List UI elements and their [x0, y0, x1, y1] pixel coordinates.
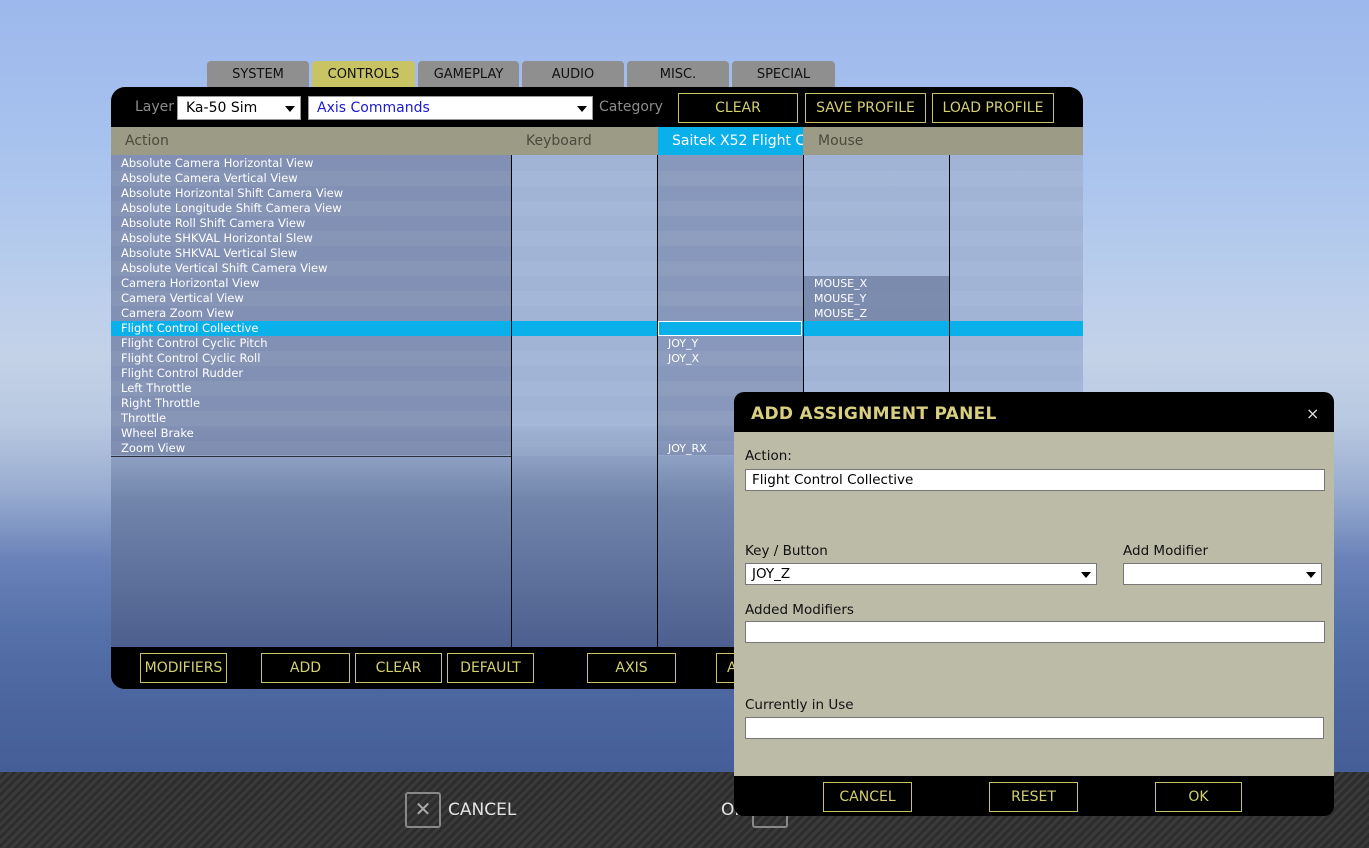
column-header-keyboard[interactable]: Keyboard	[512, 127, 657, 155]
row-action-label: Flight Control Cyclic Roll	[121, 351, 261, 365]
row-action-label: Flight Control Cyclic Pitch	[121, 336, 268, 350]
rows-end-divider	[111, 456, 511, 457]
key-button-value: JOY_Z	[752, 566, 791, 582]
category-select-value: Axis Commands	[317, 100, 430, 116]
cancel-x-icon[interactable]: ✕	[405, 792, 441, 828]
dialog-ok-button[interactable]: OK	[1155, 782, 1242, 812]
mouse-binding[interactable]: MOUSE_Z	[814, 306, 867, 321]
added-modifiers-field[interactable]	[745, 621, 1325, 643]
dialog-cancel-button[interactable]: CANCEL	[823, 782, 912, 812]
column-divider	[511, 155, 512, 647]
tab-audio[interactable]: AUDIO	[522, 61, 624, 88]
screen-cancel-button[interactable]: CANCEL	[448, 800, 516, 820]
key-button-select[interactable]: JOY_Z	[745, 563, 1097, 585]
row-action-label: Absolute Camera Vertical View	[121, 171, 298, 185]
row-action-label: Flight Control Collective	[121, 321, 259, 335]
row-action-label: Left Throttle	[121, 381, 192, 395]
currently-in-use-label: Currently in Use	[745, 697, 854, 713]
add-assignment-dialog: ADD ASSIGNMENT PANEL × Action: Flight Co…	[734, 392, 1334, 816]
table-row[interactable]: Flight Control Cyclic Roll JOY_X	[111, 351, 1083, 366]
row-action-label: Zoom View	[121, 441, 186, 455]
table-row[interactable]: Absolute Longitude Shift Camera View	[111, 201, 1083, 216]
row-action-label: Wheel Brake	[121, 426, 194, 440]
chevron-down-icon	[1081, 572, 1091, 578]
row-action-label: Throttle	[121, 411, 167, 425]
chevron-down-icon	[577, 106, 587, 112]
table-row[interactable]: Absolute Camera Vertical View	[111, 171, 1083, 186]
load-profile-button[interactable]: LOAD PROFILE	[932, 93, 1054, 123]
column-header-extra[interactable]	[950, 127, 1083, 155]
default-button[interactable]: DEFAULT	[447, 653, 534, 683]
row-action-label: Camera Zoom View	[121, 306, 234, 320]
action-label: Action:	[745, 448, 792, 464]
column-divider	[657, 155, 658, 647]
key-button-label: Key / Button	[745, 543, 828, 559]
layer-label: Layer	[135, 99, 175, 115]
clear-category-button[interactable]: CLEAR CATEGORY	[678, 93, 798, 144]
table-row[interactable]: Absolute Camera Horizontal View	[111, 156, 1083, 171]
row-action-label: Right Throttle	[121, 396, 201, 410]
joystick-binding[interactable]: JOY_X	[668, 351, 699, 366]
column-header-row: Action Keyboard Saitek X52 Flight Co Mou…	[111, 127, 1083, 155]
tab-misc[interactable]: MISC.	[627, 61, 729, 88]
row-action-label: Absolute SHKVAL Horizontal Slew	[121, 231, 313, 245]
modifiers-button[interactable]: MODIFIERS	[140, 653, 227, 683]
add-modifier-label: Add Modifier	[1123, 543, 1209, 559]
close-icon[interactable]: ×	[1306, 404, 1319, 423]
table-row[interactable]: Camera Vertical View MOUSE_Y	[111, 291, 1083, 306]
table-row[interactable]: Flight Control Cyclic Pitch JOY_Y	[111, 336, 1083, 351]
chevron-down-icon	[1306, 572, 1316, 578]
table-row[interactable]: Camera Horizontal View MOUSE_X	[111, 276, 1083, 291]
tab-system[interactable]: SYSTEM	[207, 61, 309, 88]
table-row[interactable]: Flight Control Rudder	[111, 366, 1083, 381]
category-label: Category	[599, 99, 663, 115]
row-action-label: Absolute Horizontal Shift Camera View	[121, 186, 344, 200]
row-action-label: Absolute Roll Shift Camera View	[121, 216, 306, 230]
tab-special[interactable]: SPECIAL	[732, 61, 835, 88]
row-action-label: Flight Control Rudder	[121, 366, 244, 380]
row-action-label: Absolute Longitude Shift Camera View	[121, 201, 342, 215]
category-select[interactable]: Axis Commands	[308, 96, 593, 120]
layer-select-value: Ka-50 Sim	[186, 100, 258, 116]
row-action-label: Absolute Vertical Shift Camera View	[121, 261, 328, 275]
column-header-joystick[interactable]: Saitek X52 Flight Co	[658, 127, 803, 155]
joystick-binding[interactable]: JOY_Y	[668, 336, 698, 351]
column-header-mouse[interactable]: Mouse	[804, 127, 949, 155]
added-modifiers-label: Added Modifiers	[745, 602, 854, 618]
table-row[interactable]: Absolute SHKVAL Vertical Slew	[111, 246, 1083, 261]
chevron-down-icon	[285, 106, 295, 112]
selected-cell[interactable]	[658, 321, 802, 336]
axis-assign-button[interactable]: AXIS ASSIGN	[587, 653, 676, 689]
currently-in-use-field	[745, 717, 1324, 739]
save-profile-as-button[interactable]: SAVE PROFILE AS	[805, 93, 926, 144]
table-row[interactable]: Absolute Vertical Shift Camera View	[111, 261, 1083, 276]
tab-gameplay[interactable]: GAMEPLAY	[418, 61, 519, 88]
row-action-label: Camera Vertical View	[121, 291, 244, 305]
row-action-label: Camera Horizontal View	[121, 276, 260, 290]
dialog-reset-button[interactable]: RESET	[989, 782, 1078, 812]
row-action-label: Absolute SHKVAL Vertical Slew	[121, 246, 298, 260]
add-modifier-select[interactable]	[1123, 563, 1322, 585]
clear-button[interactable]: CLEAR	[355, 653, 442, 683]
column-header-action[interactable]: Action	[111, 127, 511, 155]
action-field[interactable]: Flight Control Collective	[745, 469, 1325, 491]
table-row[interactable]: Absolute Roll Shift Camera View	[111, 216, 1083, 231]
table-row[interactable]: Camera Zoom View MOUSE_Z	[111, 306, 1083, 321]
row-action-label: Absolute Camera Horizontal View	[121, 156, 314, 170]
dialog-body: Action: Flight Control Collective Key / …	[734, 432, 1334, 776]
table-row[interactable]: Absolute SHKVAL Horizontal Slew	[111, 231, 1083, 246]
table-row[interactable]: Absolute Horizontal Shift Camera View	[111, 186, 1083, 201]
joystick-binding[interactable]: JOY_RX	[668, 441, 707, 456]
mouse-binding[interactable]: MOUSE_X	[814, 276, 867, 291]
mouse-binding[interactable]: MOUSE_Y	[814, 291, 866, 306]
tab-controls[interactable]: CONTROLS	[312, 61, 415, 88]
table-row[interactable]: Flight Control Collective	[111, 321, 1083, 336]
layer-select[interactable]: Ka-50 Sim	[177, 96, 301, 120]
add-button[interactable]: ADD	[261, 653, 350, 683]
dialog-title: ADD ASSIGNMENT PANEL	[751, 404, 997, 424]
